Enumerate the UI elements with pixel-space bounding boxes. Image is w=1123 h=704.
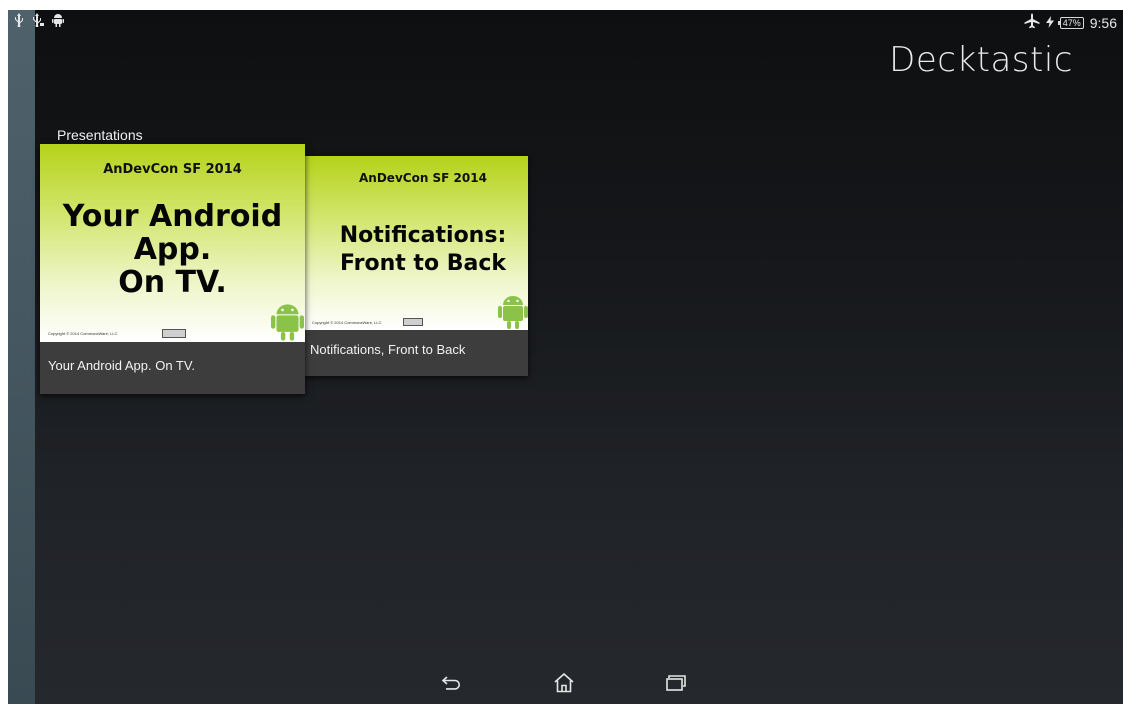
usb-icon bbox=[14, 13, 24, 27]
slide-thumbnail: AnDevCon SF 2014 Notifications: Front to… bbox=[298, 156, 528, 330]
license-badge bbox=[403, 318, 423, 326]
presentation-title: Your Android App. On TV. bbox=[48, 358, 195, 373]
slide-heading: Notifications: Front to Back bbox=[298, 222, 528, 278]
slide-copyright: Copyright © 2014 CommonsWare, LLC bbox=[48, 331, 118, 336]
android-mascot-icon bbox=[498, 294, 528, 330]
presentation-title: Notifications, Front to Back bbox=[310, 342, 466, 357]
navigation-bar bbox=[8, 666, 1123, 704]
presentation-card[interactable]: AnDevCon SF 2014 Notifications: Front to… bbox=[298, 156, 528, 376]
airplane-mode-icon bbox=[1024, 13, 1040, 32]
home-button[interactable] bbox=[544, 672, 584, 698]
back-icon bbox=[441, 675, 463, 695]
status-bar: 47% 9:56 bbox=[8, 10, 1123, 34]
battery-indicator: 47% bbox=[1057, 16, 1084, 29]
slide-conference-label: AnDevCon SF 2014 bbox=[359, 171, 487, 185]
recent-apps-button[interactable] bbox=[656, 672, 696, 698]
slide-heading-line: On TV. bbox=[118, 265, 227, 300]
home-icon bbox=[553, 672, 575, 698]
section-header: Presentations bbox=[57, 127, 143, 143]
clock: 9:56 bbox=[1089, 14, 1117, 31]
app-title: Decktastic bbox=[889, 40, 1073, 80]
recent-apps-icon bbox=[665, 674, 687, 696]
slide-copyright: Copyright © 2014 CommonsWare, LLC bbox=[312, 320, 382, 325]
charging-icon bbox=[1045, 15, 1054, 31]
presentation-card-selected[interactable]: AnDevCon SF 2014 Your Android App. On TV… bbox=[40, 144, 305, 394]
slide-heading-line: Notifications: bbox=[339, 223, 507, 248]
android-mascot-icon bbox=[271, 302, 304, 342]
slide-conference-label: AnDevCon SF 2014 bbox=[103, 162, 242, 177]
slide-heading: Your Android App. On TV. bbox=[40, 200, 305, 299]
slide-heading-line: Front to Back bbox=[340, 251, 506, 276]
device-screen: 47% 9:56 Decktastic Presentations AnDevC… bbox=[8, 10, 1123, 704]
slide-heading-line: App. bbox=[133, 232, 212, 267]
license-badge bbox=[162, 329, 186, 338]
usb-debug-icon bbox=[32, 13, 44, 27]
slide-thumbnail: AnDevCon SF 2014 Your Android App. On TV… bbox=[40, 144, 305, 342]
android-icon bbox=[52, 13, 64, 27]
left-edge-rail bbox=[8, 10, 35, 704]
back-button[interactable] bbox=[432, 672, 472, 698]
slide-heading-line: Your Android bbox=[62, 199, 283, 234]
